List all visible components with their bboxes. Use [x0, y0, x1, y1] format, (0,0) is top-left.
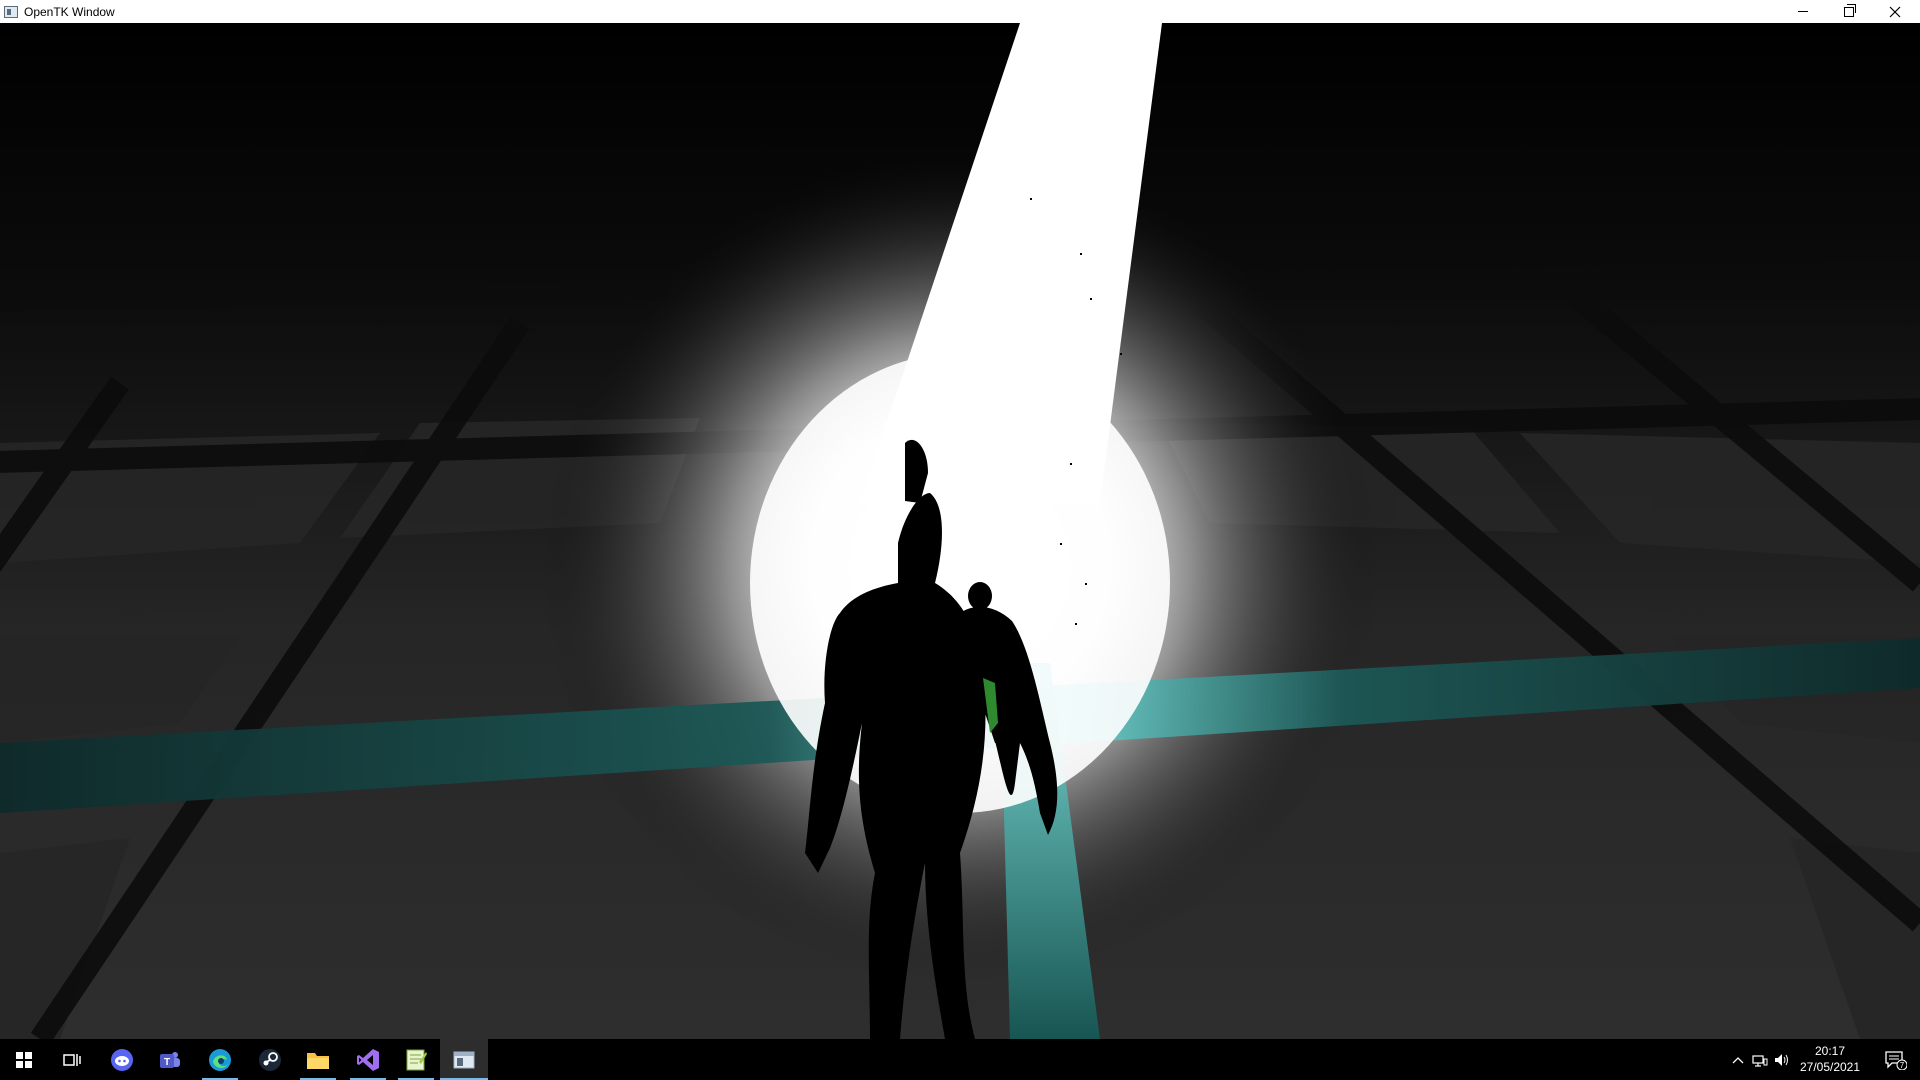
action-center-button[interactable]: 7 — [1878, 1039, 1914, 1080]
discord-icon — [111, 1048, 133, 1071]
minimize-button[interactable] — [1780, 0, 1826, 23]
network-icon — [1752, 1054, 1768, 1067]
clock-date: 27/05/2021 — [1799, 1060, 1861, 1074]
restore-button[interactable] — [1826, 0, 1872, 23]
taskbar-app-teams[interactable]: T — [146, 1039, 194, 1080]
title-bar[interactable]: OpenTK Window — [0, 0, 1920, 24]
taskbar-app-notepad[interactable] — [392, 1039, 440, 1080]
clock-time: 20:17 — [1814, 1044, 1846, 1058]
task-view-button[interactable] — [48, 1039, 96, 1080]
tray-clock[interactable]: 20:17 27/05/2021 — [1790, 1043, 1870, 1075]
steam-icon — [259, 1048, 281, 1071]
taskbar-app-steam[interactable] — [246, 1039, 294, 1080]
restore-icon — [1844, 3, 1856, 17]
windows-logo-icon — [16, 1051, 32, 1068]
close-button[interactable] — [1872, 0, 1918, 23]
minimize-icon — [1798, 11, 1808, 12]
folder-icon — [307, 1052, 329, 1069]
tray-network-button[interactable] — [1750, 1039, 1770, 1080]
scene-render — [0, 23, 1920, 1039]
notification-icon: 7 — [1885, 1050, 1907, 1070]
tray-overflow-button[interactable] — [1728, 1039, 1748, 1080]
start-button[interactable] — [0, 1039, 48, 1080]
teams-icon: T — [160, 1051, 180, 1068]
taskbar-app-opentk-window[interactable] — [440, 1039, 488, 1080]
chevron-up-icon — [1732, 1056, 1744, 1063]
render-viewport[interactable] — [0, 23, 1920, 1039]
edge-icon — [209, 1048, 231, 1071]
notification-count: 7 — [1900, 1061, 1905, 1070]
taskbar-app-file-explorer[interactable] — [294, 1039, 342, 1080]
app-window-icon — [453, 1051, 475, 1068]
taskbar: T — [0, 1039, 1920, 1080]
taskbar-app-discord[interactable] — [98, 1039, 146, 1080]
visual-studio-icon — [357, 1048, 379, 1071]
notepad-icon — [406, 1049, 427, 1070]
tray-volume-button[interactable] — [1772, 1039, 1792, 1080]
svg-text:T: T — [164, 1057, 170, 1068]
window-title: OpenTK Window — [24, 4, 115, 19]
close-icon — [1889, 6, 1901, 17]
taskbar-app-edge[interactable] — [196, 1039, 244, 1080]
speaker-icon — [1775, 1053, 1788, 1066]
app-icon — [4, 5, 18, 18]
opentk-window: OpenTK Window T 20:17 27/05/2021 7 — [0, 0, 1920, 1080]
task-view-icon — [63, 1053, 81, 1066]
taskbar-app-visual-studio[interactable] — [344, 1039, 392, 1080]
